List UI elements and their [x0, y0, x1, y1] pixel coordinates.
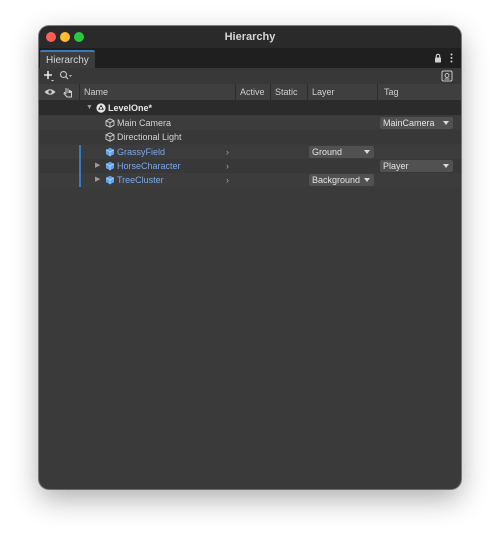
more-options-icon[interactable] [450, 53, 453, 63]
add-object-plus-icon[interactable] [43, 70, 55, 82]
tag-value: Player [383, 161, 409, 171]
pickability-hand-icon[interactable] [61, 84, 75, 100]
open-prefab-arrow-icon[interactable]: › [226, 173, 234, 187]
tag-dropdown[interactable]: Player [380, 160, 453, 172]
list-item[interactable]: GrassyField › Ground [39, 145, 461, 159]
list-item[interactable]: Main Camera MainCamera [39, 116, 461, 130]
tab-bar: Hierarchy [39, 48, 461, 68]
item-name: Main Camera [117, 118, 172, 128]
item-name: GrassyField [117, 147, 166, 157]
chevron-down-icon [443, 121, 449, 125]
list-item[interactable]: ▶ TreeCluster › Background [39, 173, 461, 187]
minimize-window-button[interactable] [60, 32, 70, 42]
title-bar: Hierarchy [39, 26, 461, 48]
list-item[interactable]: Directional Light [39, 130, 461, 144]
list-item[interactable]: ▶ HorseCharacter › Player [39, 159, 461, 173]
column-header: Name Active Static Layer Tag [39, 84, 461, 101]
layer-value: Ground [312, 147, 343, 157]
zoom-window-button[interactable] [74, 32, 84, 42]
tag-column-header[interactable]: Tag [377, 84, 461, 100]
gameobject-cube-icon [105, 118, 115, 128]
prefab-override-bar [79, 145, 81, 159]
open-prefab-arrow-icon[interactable]: › [226, 145, 234, 159]
item-name: Directional Light [117, 132, 182, 142]
prefab-cube-icon [105, 147, 115, 157]
window-title: Hierarchy [224, 31, 276, 43]
layer-column-header[interactable]: Layer [307, 84, 377, 100]
unity-scene-icon [96, 103, 106, 113]
layer-dropdown[interactable]: Ground [309, 146, 374, 158]
chevron-down-icon [364, 178, 370, 182]
collapsed-foldout-icon[interactable]: ▶ [95, 159, 103, 173]
expanded-foldout-icon[interactable]: ▼ [86, 101, 94, 115]
item-name: TreeCluster [117, 175, 164, 185]
tab-hierarchy[interactable]: Hierarchy [40, 50, 95, 68]
prefab-cube-icon [105, 161, 115, 171]
tag-dropdown[interactable]: MainCamera [380, 117, 453, 129]
layer-dropdown[interactable]: Background [309, 174, 374, 186]
tag-value: MainCamera [383, 118, 435, 128]
hierarchy-window: Hierarchy Hierarchy Name Active Static L… [39, 26, 461, 489]
prefab-override-bar [79, 159, 81, 173]
search-icon[interactable] [59, 70, 73, 82]
name-column-header[interactable]: Name [79, 84, 235, 100]
item-name: HorseCharacter [117, 161, 181, 171]
hierarchy-toolbar [39, 68, 461, 85]
search-input[interactable] [75, 70, 437, 82]
prefab-cube-icon [105, 175, 115, 185]
active-column-header[interactable]: Active [235, 84, 270, 100]
visibility-eye-icon[interactable] [43, 84, 57, 100]
close-window-button[interactable] [46, 32, 56, 42]
scene-name: LevelOne* [108, 103, 153, 113]
chevron-down-icon [364, 150, 370, 154]
scene-row[interactable]: ▼ LevelOne* [39, 101, 461, 115]
static-column-header[interactable]: Static [270, 84, 307, 100]
scene-visibility-toggle-icon[interactable] [441, 70, 453, 82]
chevron-down-icon [443, 164, 449, 168]
collapsed-foldout-icon[interactable]: ▶ [95, 173, 103, 187]
gameobject-cube-icon [105, 132, 115, 142]
open-prefab-arrow-icon[interactable]: › [226, 159, 234, 173]
lock-icon[interactable] [434, 53, 442, 63]
prefab-override-bar [79, 173, 81, 187]
layer-value: Background [312, 175, 361, 185]
